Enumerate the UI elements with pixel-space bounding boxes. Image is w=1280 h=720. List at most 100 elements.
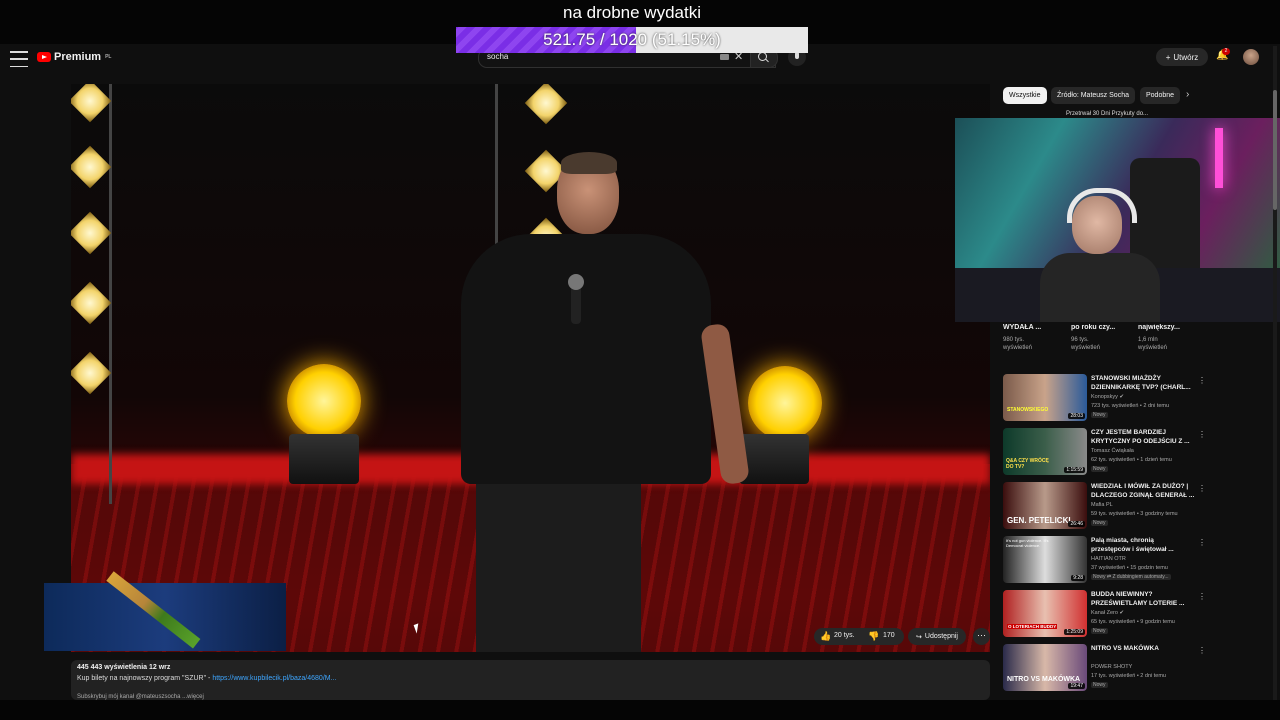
video-meta: 65 tys. wyświetleń • 9 godzin temu xyxy=(1091,619,1175,625)
list-item[interactable]: Q&A CZY WRÓCĘ DO TV? 1:15:59 CZY JESTEM … xyxy=(1003,428,1273,478)
create-label: Utwórz xyxy=(1173,52,1199,62)
keyboard-icon[interactable] xyxy=(720,54,729,60)
spotlight xyxy=(748,366,822,440)
new-badge: Nowy xyxy=(1091,412,1108,418)
duration-badge: 26:46 xyxy=(1068,521,1085,527)
thumbnail-caption: It's not gun violence. It's Democrat vio… xyxy=(1006,538,1049,548)
channel-name[interactable]: Kanał Zero ✔ xyxy=(1091,610,1124,616)
stage-light xyxy=(524,84,568,125)
stage-light xyxy=(71,84,112,123)
kebab-menu-icon[interactable]: ⋮ xyxy=(1198,592,1206,601)
short-title[interactable]: WYDAŁA ... xyxy=(1003,324,1065,331)
list-item[interactable]: STANOWSKIEGO 28:03 STANOWSKI MIAŻDŻY DZI… xyxy=(1003,374,1273,424)
chevron-right-icon[interactable]: › xyxy=(1186,89,1189,100)
logo-country: PL xyxy=(105,54,112,60)
like-count[interactable]: 20 tys. xyxy=(834,632,855,639)
list-item[interactable]: GEN. PETELICKI 26:46 WIEDZIAŁ I MÓWIŁ ZA… xyxy=(1003,482,1273,532)
spotlight-base xyxy=(739,434,809,484)
plus-icon: + xyxy=(1165,52,1171,62)
stage-light xyxy=(71,281,112,325)
spotlight xyxy=(287,364,361,438)
video-thumbnail[interactable]: STANOWSKIEGO 28:03 xyxy=(1003,374,1087,421)
youtube-premium-logo[interactable]: Premium PL xyxy=(37,51,111,63)
kebab-menu-icon[interactable]: ⋮ xyxy=(1198,484,1206,493)
video-thumbnail[interactable]: GEN. PETELICKI 26:46 xyxy=(1003,482,1087,529)
duration-badge: 9:28 xyxy=(1071,575,1085,581)
chip-related[interactable]: Podobne xyxy=(1140,87,1181,104)
channel-name[interactable]: HAITIAN OTR xyxy=(1091,556,1126,562)
notification-badge: 2 xyxy=(1222,48,1230,55)
video-meta: 37 wyświetleń • 15 godzin temu xyxy=(1091,565,1168,571)
video-meta: 17 tys. wyświetleń • 2 dni temu xyxy=(1091,673,1166,679)
kebab-menu-icon[interactable]: ⋮ xyxy=(1198,538,1206,547)
short-views: 96 tys. wyświetleń xyxy=(1071,336,1133,352)
kebab-menu-icon[interactable]: ⋮ xyxy=(1198,376,1206,385)
thumbnail-caption: GEN. PETELICKI xyxy=(1007,516,1071,525)
dislike-icon[interactable]: 👎 xyxy=(868,631,879,642)
description-text: Kup bilety na najnowszy program "SZUR" - xyxy=(77,675,213,682)
stage-light xyxy=(71,145,112,189)
channel-name[interactable]: Konopskyy ✔ xyxy=(1091,394,1124,400)
donation-progress-bar: 521.75 / 1020 (51.15%) xyxy=(456,27,808,53)
youtube-play-icon xyxy=(37,52,51,62)
performer-legs xyxy=(476,474,641,652)
logo-text: Premium xyxy=(54,51,102,63)
duration-badge: 1:25:09 xyxy=(1064,629,1085,635)
view-stats: 445 443 wyświetlenia 12 wrz xyxy=(77,664,171,671)
channel-name[interactable]: Tomasz Ćwiąkała xyxy=(1091,448,1134,454)
description-line: Kup bilety na najnowszy program "SZUR" -… xyxy=(77,675,336,682)
donation-progress-text: 521.75 / 1020 (51.15%) xyxy=(543,30,721,49)
short-views-count: 1,6 mln xyxy=(1138,337,1158,343)
video-thumbnail[interactable]: Q&A CZY WRÓCĘ DO TV? 1:15:59 xyxy=(1003,428,1087,475)
search-icon xyxy=(758,52,767,61)
video-title[interactable]: BUDDA NIEWINNY? PRZEŚWIETLAMY LOTERIE ..… xyxy=(1091,590,1195,608)
avatar[interactable] xyxy=(1243,49,1259,65)
video-title[interactable]: STANOWSKI MIAŻDŻY DZIENNIKARKĘ TVP? (CHA… xyxy=(1091,374,1195,392)
short-title[interactable]: największy... xyxy=(1138,324,1200,331)
video-title[interactable]: Palą miasta, chronią przestępców i święt… xyxy=(1091,536,1195,554)
list-item[interactable]: It's not gun violence. It's Democrat vio… xyxy=(1003,536,1273,586)
short-views-unit: wyświetleń xyxy=(1138,345,1168,351)
video-player[interactable] xyxy=(71,84,990,652)
chip-all[interactable]: Wszystkie xyxy=(1003,87,1047,104)
duration-badge: 19:47 xyxy=(1068,683,1085,689)
partial-video-title[interactable]: Przetrwał 30 Dni Przykuty do... xyxy=(1066,111,1148,117)
video-thumbnail[interactable]: It's not gun violence. It's Democrat vio… xyxy=(1003,536,1087,583)
streamer-webcam xyxy=(955,118,1280,322)
video-title[interactable]: NITRO VS MAKÓWKA xyxy=(1091,644,1195,653)
short-views: 980 tys. wyświetleń xyxy=(1003,336,1065,352)
list-item[interactable]: NITRO VS MAKÓWKA 19:47 NITRO VS MAKÓWKA … xyxy=(1003,644,1273,694)
donation-goal-title: na drobne wydatki xyxy=(563,3,701,22)
short-title[interactable]: po roku czy... xyxy=(1071,324,1133,331)
thumbnail-caption: NITRO VS MAKÓWKA xyxy=(1007,676,1081,683)
menu-icon[interactable] xyxy=(10,49,28,69)
channel-name[interactable]: POWER SHOTY xyxy=(1091,664,1132,670)
new-badge: Nowy xyxy=(1091,466,1108,472)
chip-source[interactable]: Źródło: Mateusz Socha xyxy=(1051,87,1135,104)
video-thumbnail[interactable]: NITRO VS MAKÓWKA 19:47 xyxy=(1003,644,1087,691)
dislike-count[interactable]: 170 xyxy=(883,632,895,639)
new-badge: Nowy ⇄ Z dubbingiem automaty... xyxy=(1091,574,1171,580)
list-item[interactable]: O LOTERIACH BUDDY 1:25:09 BUDDA NIEWINNY… xyxy=(1003,590,1273,640)
scrollbar-thumb[interactable] xyxy=(1273,90,1277,210)
video-thumbnail[interactable]: O LOTERIACH BUDDY 1:25:09 xyxy=(1003,590,1087,637)
video-title[interactable]: WIEDZIAŁ I MÓWIŁ ZA DUŻO? | DLACZEGO ZGI… xyxy=(1091,482,1195,500)
thumbnail-caption: Q&A CZY WRÓCĘ DO TV? xyxy=(1006,458,1049,470)
like-icon[interactable]: 👍 xyxy=(820,631,831,642)
stage-light xyxy=(71,351,112,395)
create-button[interactable]: + Utwórz xyxy=(1156,48,1208,66)
microphone-head xyxy=(568,274,584,290)
new-badge: Nowy xyxy=(1091,520,1108,526)
video-title[interactable]: CZY JESTEM BARDZIEJ KRYTYCZNY PO ODEJŚCI… xyxy=(1091,428,1195,446)
more-actions-button[interactable]: ⋯ xyxy=(973,628,990,645)
short-views-count: 980 tys. xyxy=(1003,337,1025,343)
duration-badge: 1:15:59 xyxy=(1064,467,1085,473)
description-link[interactable]: https://www.kupbilecik.pl/baza/4680/M... xyxy=(212,675,336,682)
video-meta: 59 tys. wyświetleń • 3 godziny temu xyxy=(1091,511,1178,517)
kebab-menu-icon[interactable]: ⋮ xyxy=(1198,646,1206,655)
kebab-menu-icon[interactable]: ⋮ xyxy=(1198,430,1206,439)
duration-badge: 28:03 xyxy=(1068,413,1085,419)
channel-name[interactable]: Mafia PL xyxy=(1091,502,1113,508)
video-meta: 723 tys. wyświetleń • 2 dni temu xyxy=(1091,403,1170,409)
share-button[interactable]: ↪ Udostępnij xyxy=(908,628,966,645)
